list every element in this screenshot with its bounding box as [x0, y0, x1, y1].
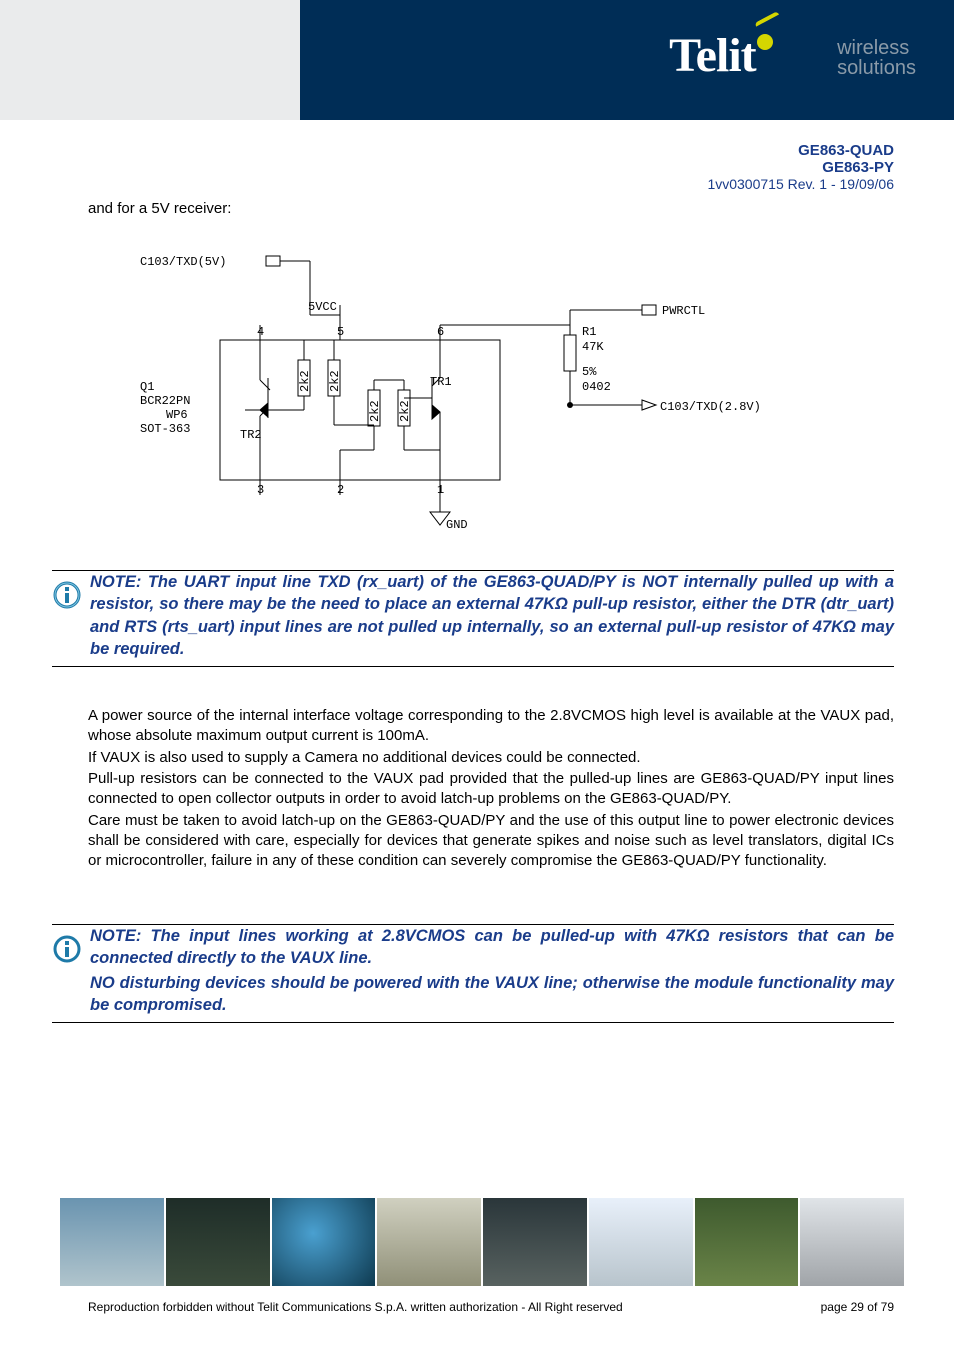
schem-txd28: C103/TXD(2.8V): [660, 400, 761, 414]
schem-p1: 1: [437, 483, 444, 497]
body-p4: Care must be taken to avoid latch-up on …: [88, 811, 894, 870]
schem-tr1: TR1: [430, 375, 452, 389]
logo-tagline-2: solutions: [837, 58, 916, 78]
schem-p3: 3: [257, 483, 264, 497]
body-p1: A power source of the internal interface…: [88, 706, 894, 746]
schem-r3: 2k2: [368, 400, 382, 422]
logo-tagline-1: wireless: [837, 38, 916, 58]
note-2: NOTE: The input lines working at 2.8VCMO…: [52, 924, 894, 1023]
schem-p6: 6: [437, 325, 444, 339]
header-left-block: [0, 0, 301, 120]
body-p3: Pull-up resistors can be connected to th…: [88, 769, 894, 809]
schem-r2: 2k2: [328, 370, 342, 392]
schem-q1d: SOT-363: [140, 422, 190, 436]
footer-copyright: Reproduction forbidden without Telit Com…: [88, 1300, 623, 1314]
note-1-text: NOTE: The UART input line TXD (rx_uart) …: [90, 571, 894, 660]
note-icon: [52, 580, 82, 610]
schem-q1b: BCR22PN: [140, 394, 190, 408]
doc-name-2: GE863-PY: [707, 159, 894, 176]
schem-r1-val1: 47K: [582, 340, 604, 354]
schem-r1-val2: 5%: [582, 365, 597, 379]
schem-pwrctl: PWRCTL: [662, 304, 705, 318]
schem-r1-val3: 0402: [582, 380, 611, 394]
note-icon: [52, 934, 82, 964]
schem-p2: 2: [337, 483, 344, 497]
schem-txd5v: C103/TXD(5V): [140, 255, 226, 269]
doc-revision: 1vv0300715 Rev. 1 - 19/09/06: [707, 176, 894, 192]
logo-text: Telit: [669, 29, 756, 82]
footer-image-strip: [60, 1198, 904, 1286]
telit-logo: Telit wireless solutions: [669, 28, 916, 88]
schem-q1a: Q1: [140, 380, 154, 394]
doc-name-1: GE863-QUAD: [707, 142, 894, 159]
schem-p5: 5: [337, 325, 344, 339]
doc-id-block: GE863-QUAD GE863-PY 1vv0300715 Rev. 1 - …: [707, 142, 894, 192]
schem-r1: 2k2: [298, 370, 312, 392]
note-1: NOTE: The UART input line TXD (rx_uart) …: [52, 570, 894, 667]
schem-q1c: WP6: [166, 408, 188, 422]
footer-text: Reproduction forbidden without Telit Com…: [88, 1300, 894, 1314]
schematic-diagram: C103/TXD(5V) 5VCC 4 5 6 Q1 BCR22PN WP6 S…: [140, 250, 780, 550]
intro-text: and for a 5V receiver:: [88, 200, 894, 217]
schem-p4: 4: [257, 325, 264, 339]
schem-gnd: GND: [446, 518, 468, 532]
schem-r4: 2k2: [398, 400, 412, 422]
schem-5vcc: 5VCC: [308, 300, 337, 314]
header-right-block: Telit wireless solutions: [300, 0, 954, 120]
footer-page: page 29 of 79: [821, 1300, 894, 1314]
note-2-text-b: NO disturbing devices should be powered …: [90, 972, 894, 1017]
note-2-text-a: NOTE: The input lines working at 2.8VCMO…: [90, 925, 894, 970]
body-p2: If VAUX is also used to supply a Camera …: [88, 748, 894, 768]
schem-tr2: TR2: [240, 428, 262, 442]
body-text: A power source of the internal interface…: [88, 706, 894, 872]
schem-r1-lbl: R1: [582, 325, 596, 339]
